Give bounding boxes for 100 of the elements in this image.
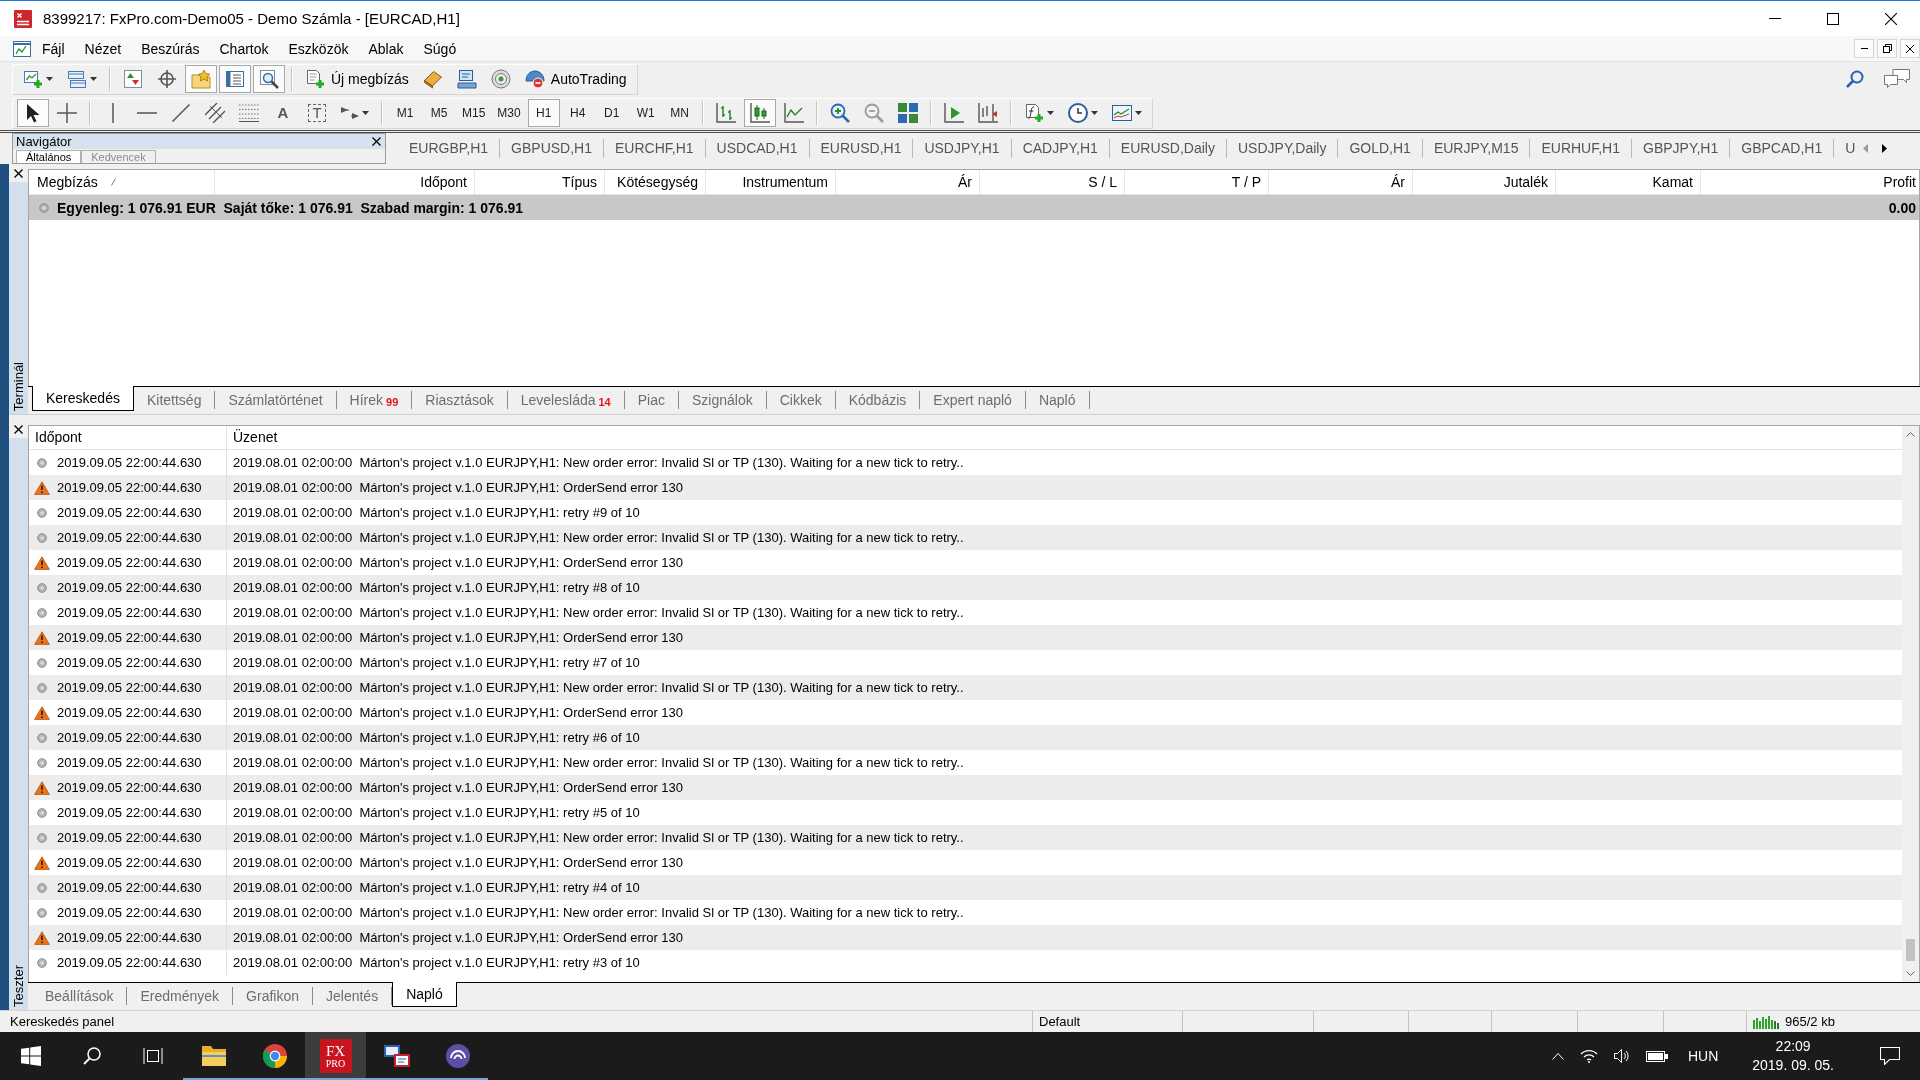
chart-tab[interactable]: EURCHF,H1	[604, 139, 706, 158]
chart-tab[interactable]: GBPCAD,H1	[1730, 139, 1835, 158]
toolbar-button[interactable]: AutoTrading	[518, 65, 633, 93]
panel-title: Navigátor	[16, 134, 73, 149]
tab[interactable]: Eredmények	[127, 987, 234, 1005]
search-icon[interactable]	[1846, 70, 1864, 88]
tab[interactable]: Napló	[392, 982, 457, 1007]
tab[interactable]: Beállítások	[32, 987, 128, 1005]
tab[interactable]: Hírek 99	[336, 391, 413, 409]
tab[interactable]: Kódbázis	[835, 391, 921, 409]
tab[interactable]: Szignálok	[679, 391, 767, 409]
tab[interactable]: Kereskedés	[32, 386, 134, 411]
menu-item[interactable]: Chartok	[209, 37, 279, 60]
dotted-lines-icon	[239, 104, 259, 122]
battery-icon[interactable]	[1645, 1050, 1668, 1062]
chart-tab[interactable]: U	[1834, 139, 1858, 158]
column-header[interactable]: Ár	[836, 170, 980, 194]
column-header[interactable]: Időpont	[29, 426, 227, 449]
menu-item[interactable]: Beszúrás	[131, 37, 210, 60]
menu-item[interactable]: Ablak	[358, 37, 414, 60]
profit-value: 0.00	[1888, 199, 1916, 216]
chart-tab[interactable]: EURUSD,Daily	[1109, 139, 1227, 158]
chart-tab[interactable]: GBPUSD,H1	[500, 139, 605, 158]
log-time: 2019.09.05 22:00:44.630	[57, 930, 202, 945]
chart-tab[interactable]: EURHUF,H1	[1530, 139, 1633, 158]
column-header[interactable]: Jutalék	[1413, 170, 1556, 194]
chart-tab[interactable]: EURJPY,M15	[1422, 139, 1531, 158]
timeframe-button[interactable]: W1	[629, 99, 662, 127]
toolbar-button[interactable]	[17, 99, 49, 127]
tab[interactable]: Cikkek	[766, 391, 836, 409]
taskbar-button[interactable]: FX PRO	[305, 1032, 366, 1080]
clock-time[interactable]: 22:09	[1775, 1037, 1811, 1056]
chevron-up-icon[interactable]	[1551, 1052, 1564, 1060]
column-header[interactable]: Ár	[1269, 170, 1413, 194]
close-icon[interactable]	[372, 137, 381, 146]
close-icon[interactable]	[14, 425, 23, 434]
chart-tab[interactable]: USDJPY,Daily	[1227, 139, 1339, 158]
tab[interactable]: Számlatörténet	[215, 391, 337, 409]
language-indicator[interactable]: HUN	[1687, 1048, 1719, 1064]
window-panes-icon	[20, 1046, 41, 1066]
clock-date[interactable]: 2019. 09. 05.	[1752, 1056, 1834, 1075]
menu-item[interactable]: Fájl	[32, 37, 75, 60]
timeframe-button[interactable]: M30	[492, 99, 526, 127]
log-message: 2019.08.01 02:00:00 Márton's project v.1.0 EURJPY,H1: retry #8 of 10	[232, 580, 640, 595]
timeframe-button[interactable]: MN	[663, 99, 696, 127]
speaker-icon[interactable]	[1613, 1049, 1630, 1063]
timeframe-button[interactable]: D1	[595, 99, 628, 127]
child-window-button[interactable]	[1877, 39, 1897, 58]
tab[interactable]: Kitettség	[133, 391, 216, 409]
column-header[interactable]: Üzenet	[227, 426, 1902, 449]
menu-item[interactable]: Eszközök	[278, 37, 359, 60]
column-header[interactable]: Instrumentum	[706, 170, 836, 194]
log-message: 2019.08.01 02:00:00 Márton's project v.1.0 EURJPY,H1: New order error: Invalid Sl or TP (130). Waiting for a new tick to retry..	[232, 830, 964, 845]
tab[interactable]: Grafikon	[233, 987, 313, 1005]
text-tool-button[interactable]: T	[301, 99, 333, 127]
chart-tab[interactable]: USDCAD,H1	[705, 139, 810, 158]
unread-count: 14	[598, 396, 611, 409]
timeframe-button[interactable]: M15	[457, 99, 491, 127]
chart-tab[interactable]: EURGBP,H1	[398, 139, 501, 158]
right-arrow-icon[interactable]	[1882, 144, 1888, 153]
tab[interactable]: Levelesláda 14	[507, 391, 625, 409]
speech-bubbles-icon[interactable]	[1884, 69, 1910, 89]
chart-tab[interactable]: USDJPY,H1	[913, 139, 1012, 158]
column-header[interactable]: Típus	[475, 170, 605, 194]
timeframe-button[interactable]: H4	[561, 99, 594, 127]
column-header[interactable]: Kötésegység	[605, 170, 706, 194]
scrollbar-thumb[interactable]	[1906, 939, 1915, 961]
toolbar-button[interactable]	[253, 65, 285, 93]
timeframe-button[interactable]: H1	[527, 99, 560, 127]
tab[interactable]: Riasztások	[412, 391, 508, 409]
column-header[interactable]: Profit	[1701, 170, 1919, 194]
column-header[interactable]: T / P	[1125, 170, 1269, 194]
log-message: 2019.08.01 02:00:00 Márton's project v.1.0 EURJPY,H1: New order error: Invalid Sl or TP (130). Waiting for a new tick to retry..	[232, 530, 964, 545]
column-header[interactable]: Kamat	[1556, 170, 1701, 194]
chart-tab[interactable]: GBPJPY,H1	[1632, 139, 1731, 158]
text-tool-button[interactable]: A	[267, 99, 299, 127]
child-window-button[interactable]	[1900, 39, 1920, 58]
caret-icon	[1090, 111, 1098, 115]
close-icon[interactable]	[14, 169, 23, 178]
chart-tab[interactable]: GOLD,H1	[1338, 139, 1423, 158]
column-header[interactable]: Megbízás	[29, 170, 215, 194]
tab[interactable]: Piac	[624, 391, 679, 409]
timeframe-button[interactable]: M5	[423, 99, 455, 127]
column-header[interactable]: Időpont	[215, 170, 475, 194]
menu-item[interactable]: Nézet	[74, 37, 132, 60]
wifi-icon[interactable]	[1579, 1049, 1598, 1063]
tab[interactable]: Napló	[1025, 391, 1090, 409]
toolbar-button[interactable]: Új megbízás	[299, 65, 415, 93]
candlestick-icon	[749, 103, 770, 123]
scrollbar[interactable]	[1902, 426, 1919, 982]
menu-item[interactable]: Súgó	[413, 37, 467, 60]
chart-tab[interactable]: CADJPY,H1	[1011, 139, 1110, 158]
speech-bubble-icon[interactable]	[1880, 1047, 1900, 1065]
sort-icon	[110, 178, 116, 186]
column-header[interactable]: S / L	[980, 170, 1125, 194]
tab[interactable]: Expert napló	[920, 391, 1026, 409]
timeframe-button[interactable]: M1	[389, 99, 421, 127]
chart-tab[interactable]: EURUSD,H1	[809, 139, 914, 158]
tab[interactable]: Általános	[16, 150, 82, 163]
caret-icon	[1046, 111, 1054, 115]
